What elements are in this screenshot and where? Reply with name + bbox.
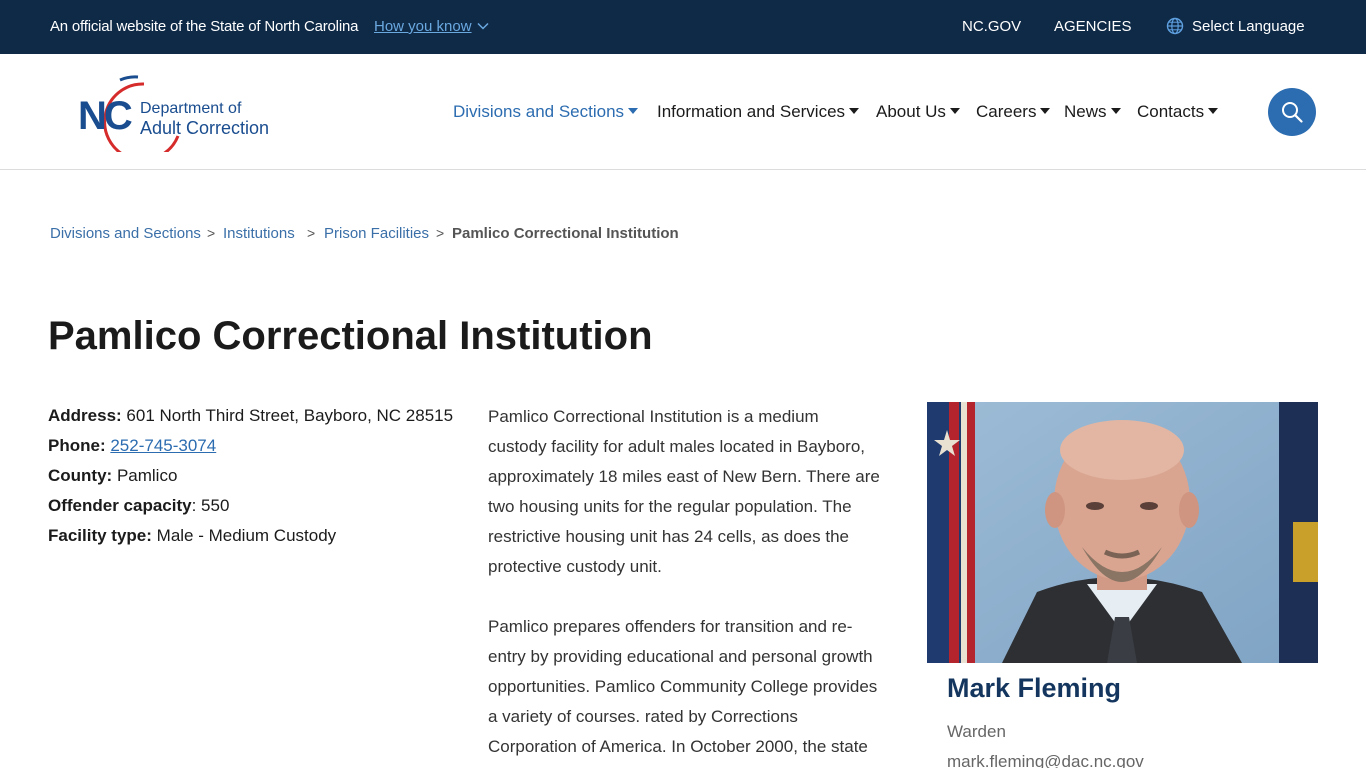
nav-about-us[interactable]: About Us bbox=[876, 102, 960, 122]
logo-dept-line1: Department of bbox=[140, 100, 242, 117]
description-line: protective custody unit. bbox=[488, 557, 662, 576]
nav-divisions-and-sections[interactable]: Divisions and Sections bbox=[453, 102, 639, 122]
select-language-button[interactable]: Select Language bbox=[1192, 18, 1305, 35]
nc-gov-link[interactable]: NC.GOV bbox=[962, 18, 1021, 35]
page-title: Pamlico Correctional Institution bbox=[48, 314, 653, 358]
caret-down-icon bbox=[849, 108, 860, 114]
breadcrumb-current: Pamlico Correctional Institution bbox=[452, 225, 679, 242]
caret-down-icon bbox=[628, 108, 639, 114]
warden-name: Mark Fleming bbox=[947, 673, 1122, 703]
breadcrumb-link-prison-facilities[interactable]: Prison Facilities bbox=[324, 225, 429, 242]
nav-label: Divisions and Sections bbox=[453, 102, 625, 121]
site-header: NC Department of Adult Correction Divisi… bbox=[0, 54, 1366, 170]
address-label: Address: bbox=[48, 406, 122, 425]
warden-title: Warden bbox=[947, 722, 1006, 741]
how-you-know-link[interactable]: How you know bbox=[374, 18, 472, 35]
description-paragraph-1: Pamlico Correctional Institution is a me… bbox=[488, 402, 888, 582]
warden-photo bbox=[927, 402, 1318, 663]
address-row: Address: 601 North Third Street, Bayboro… bbox=[48, 406, 453, 426]
capacity-row: Offender capacity: 550 bbox=[48, 496, 229, 516]
nav-information-and-services[interactable]: Information and Services bbox=[657, 102, 860, 122]
facility-type-label: Facility type: bbox=[48, 526, 152, 545]
logo-dept-line2: Adult Correction bbox=[140, 118, 270, 138]
nav-label: Contacts bbox=[1137, 102, 1205, 121]
county-row: County: Pamlico bbox=[48, 466, 177, 486]
description-line: a variety of courses. rated by Correctio… bbox=[488, 707, 798, 726]
description-paragraph-2: Pamlico prepares offenders for transitio… bbox=[488, 612, 888, 762]
county-label: County: bbox=[48, 466, 113, 485]
facility-type-row: Facility type: Male - Medium Custody bbox=[48, 526, 336, 546]
county-value: Pamlico bbox=[116, 466, 178, 485]
dac-logo[interactable]: NC Department of Adult Correction bbox=[76, 74, 282, 152]
description-line: Corporation of America. In October 2000,… bbox=[488, 737, 868, 756]
nav-label: News bbox=[1064, 102, 1107, 121]
phone-label: Phone: bbox=[48, 436, 106, 455]
description-line: Pamlico prepares offenders for transitio… bbox=[488, 617, 853, 636]
globe-icon[interactable] bbox=[1166, 17, 1184, 35]
nav-contacts[interactable]: Contacts bbox=[1137, 102, 1219, 122]
caret-down-icon bbox=[1208, 108, 1219, 114]
description-line: opportunities. Pamlico Community College… bbox=[488, 677, 878, 696]
description-line: custody facility for adult males located… bbox=[488, 437, 866, 456]
breadcrumb-separator: > bbox=[207, 225, 216, 241]
breadcrumb-link-divisions[interactable]: Divisions and Sections bbox=[50, 225, 201, 242]
capacity-label: Offender capacity bbox=[48, 496, 192, 515]
warden-email-link[interactable]: mark.fleming@dac.nc.gov bbox=[947, 752, 1144, 768]
breadcrumb-link-institutions[interactable]: Institutions bbox=[223, 225, 295, 242]
logo-nc-text: NC bbox=[78, 94, 133, 138]
search-button[interactable] bbox=[1268, 88, 1316, 136]
caret-down-icon bbox=[1040, 108, 1051, 114]
phone-row: Phone: 252-745-3074 bbox=[48, 436, 216, 456]
description-line: restrictive housing unit has 24 cells, a… bbox=[488, 527, 849, 546]
breadcrumb-separator: > bbox=[307, 225, 316, 241]
description-line: two housing units for the regular popula… bbox=[488, 497, 852, 516]
description-line: approximately 18 miles east of New Bern.… bbox=[488, 467, 880, 486]
facility-type-value: Male - Medium Custody bbox=[156, 526, 337, 545]
address-value: 601 North Third Street, Bayboro, NC 2851… bbox=[126, 406, 454, 425]
description-line: Pamlico Correctional Institution is a me… bbox=[488, 407, 819, 426]
official-site-text: An official website of the State of Nort… bbox=[50, 18, 359, 35]
phone-link[interactable]: 252-745-3074 bbox=[110, 436, 216, 455]
chevron-down-icon[interactable] bbox=[477, 20, 489, 32]
description-line: entry by providing educational and perso… bbox=[488, 647, 873, 666]
breadcrumb-separator: > bbox=[436, 225, 445, 241]
nav-label: Information and Services bbox=[657, 102, 846, 121]
caret-down-icon bbox=[949, 108, 960, 114]
nav-news[interactable]: News bbox=[1064, 102, 1121, 122]
capacity-value: : 550 bbox=[191, 496, 230, 515]
caret-down-icon bbox=[1110, 108, 1121, 114]
agencies-link[interactable]: AGENCIES bbox=[1054, 18, 1132, 35]
search-icon bbox=[1282, 102, 1303, 123]
nav-label: Careers bbox=[976, 102, 1037, 121]
nav-label: About Us bbox=[876, 102, 946, 121]
official-banner: An official website of the State of Nort… bbox=[0, 0, 1366, 54]
nav-careers[interactable]: Careers bbox=[976, 102, 1051, 122]
